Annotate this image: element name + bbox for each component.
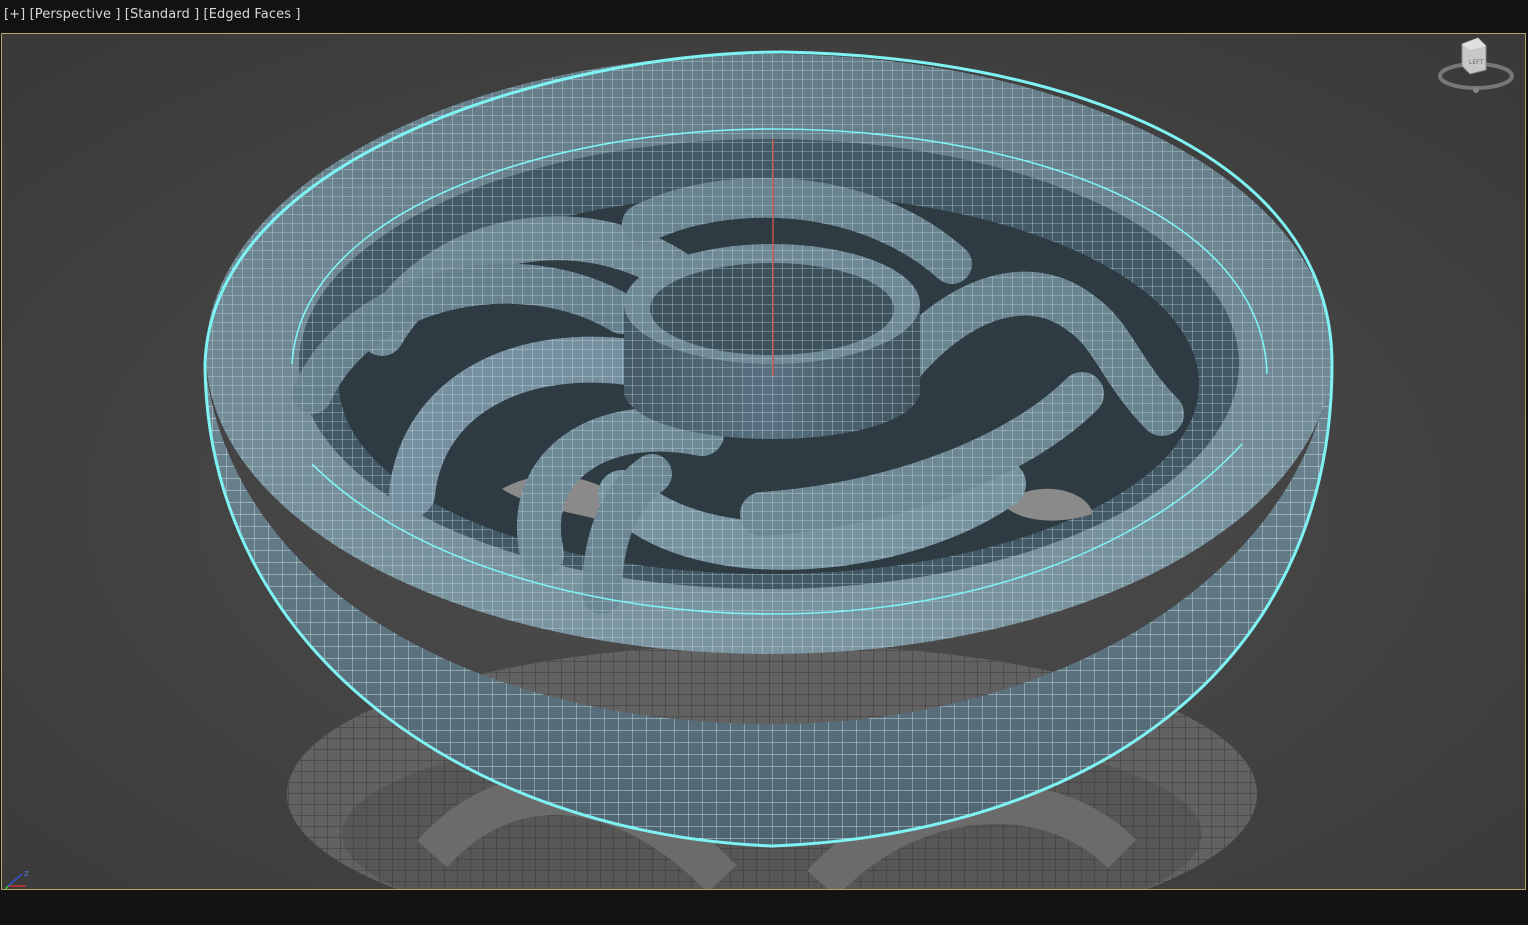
viewport-display-menu[interactable]: [Edged Faces ] xyxy=(204,7,301,22)
z-axis-icon xyxy=(7,873,23,887)
axis-tripod: z xyxy=(2,866,42,889)
axis-z-label: z xyxy=(24,869,29,879)
max-window: [+] [Perspective ] [Standard ] [Edged Fa… xyxy=(0,0,1528,925)
scene-canvas[interactable] xyxy=(2,34,1525,889)
viewport-pov-menu[interactable]: [Perspective ] xyxy=(30,7,121,22)
viewport-header: [+] [Perspective ] [Standard ] [Edged Fa… xyxy=(0,0,1528,32)
y-axis-icon xyxy=(4,885,9,889)
viewcube-icon[interactable]: LEFT xyxy=(1436,36,1516,96)
viewcube[interactable]: LEFT xyxy=(1436,36,1516,96)
viewcube-face-label: LEFT xyxy=(1469,59,1483,66)
perspective-viewport[interactable]: LEFT z xyxy=(1,33,1526,890)
viewport-plus-menu[interactable]: [+] xyxy=(4,7,25,22)
viewport-label: [+] [Perspective ] [Standard ] [Edged Fa… xyxy=(4,7,301,22)
viewport-footer xyxy=(0,891,1528,925)
viewport-shading-menu[interactable]: [Standard ] xyxy=(125,7,200,22)
